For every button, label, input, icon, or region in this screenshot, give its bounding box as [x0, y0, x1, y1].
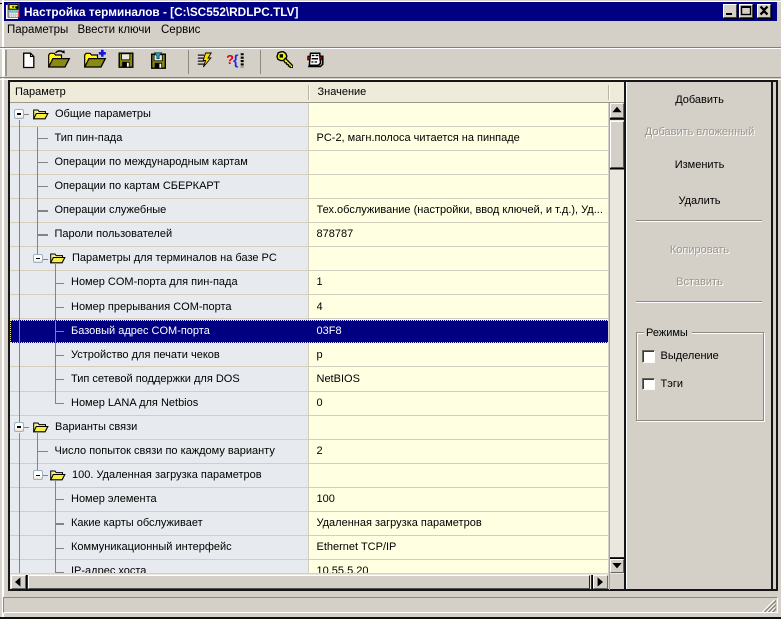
svg-text:{: {	[233, 51, 239, 67]
